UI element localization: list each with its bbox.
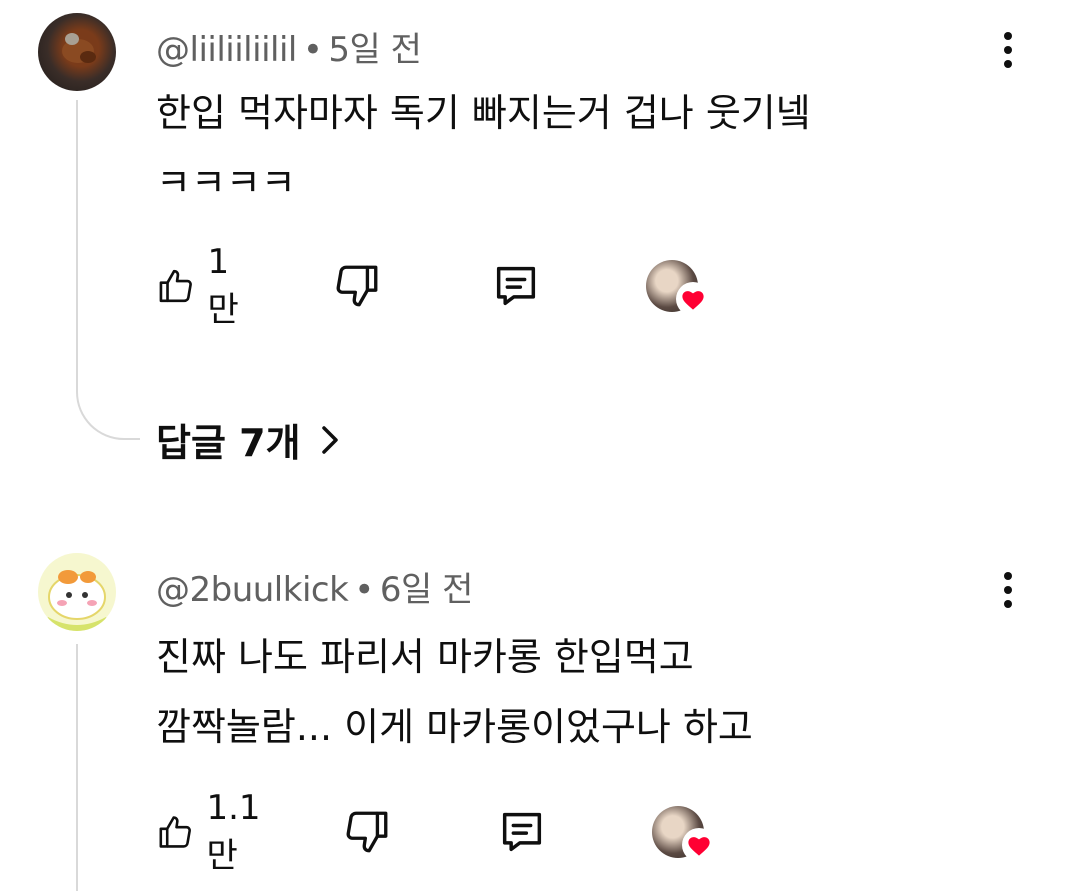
comment-age: 6일 전 — [379, 570, 474, 610]
comment-line: 한입 먹자마자 독기 빠지는거 겁나 웃기넼 — [156, 91, 811, 135]
heart-icon — [682, 828, 716, 862]
dislike-button[interactable] — [332, 256, 382, 316]
separator-dot: • — [302, 30, 323, 70]
thread-curve — [76, 386, 140, 440]
commenter-avatar[interactable] — [38, 13, 116, 91]
comment-icon — [496, 266, 536, 306]
comment-line: ㅋㅋㅋㅋ — [156, 161, 296, 205]
view-replies-button[interactable]: 답글 7개 — [156, 412, 341, 467]
commenter-avatar[interactable] — [38, 553, 116, 631]
more-vert-icon[interactable] — [996, 572, 1020, 614]
separator-dot: • — [354, 570, 374, 610]
comment-meta: @2buulkick • 6일 전 — [156, 562, 473, 611]
comment-line: 깜짝놀람... 이게 마카롱이었구나 하고 — [156, 705, 753, 749]
comment-text: 한입 먹자마자 독기 빠지는거 겁나 웃기넼 ㅋㅋㅋㅋ — [156, 78, 811, 218]
dislike-button[interactable] — [342, 802, 392, 862]
like-count: 1.1만 — [206, 787, 261, 876]
reply-button[interactable] — [496, 802, 548, 862]
creator-heart — [652, 802, 716, 862]
comment-text: 진짜 나도 파리서 마카롱 한입먹고 깜짝놀람... 이게 마카롱이었구나 하고 — [156, 622, 753, 762]
author-handle[interactable]: @liiliiliilil — [156, 30, 297, 70]
comment-icon — [502, 812, 542, 852]
comment-2: @2buulkick • 6일 전 진짜 나도 파리서 마카롱 한입먹고 깜짝놀람.… — [0, 540, 1080, 891]
comment-1: @liiliiliilil • 5일 전 한입 먹자마자 독기 빠지는거 겁나 웃기… — [0, 0, 1080, 520]
chevron-right-icon — [321, 425, 338, 454]
author-handle[interactable]: @2buulkick — [156, 570, 349, 610]
thumbs-up-icon — [159, 816, 191, 848]
thumbs-up-icon — [159, 269, 192, 303]
like-button[interactable]: 1.1만 — [156, 788, 272, 876]
reply-button[interactable] — [490, 256, 542, 316]
more-vert-icon[interactable] — [996, 32, 1020, 74]
comment-meta: @liiliiliilil • 5일 전 — [156, 22, 422, 71]
comment-line: 진짜 나도 파리서 마카롱 한입먹고 — [156, 635, 694, 679]
thumbs-down-icon — [336, 265, 378, 307]
comment-age: 5일 전 — [328, 30, 422, 70]
like-button[interactable]: 1만 — [156, 242, 249, 330]
thread-line — [76, 100, 78, 390]
heart-icon — [676, 282, 710, 316]
thumbs-down-icon — [346, 811, 388, 853]
replies-label: 답글 7개 — [156, 421, 301, 465]
thread-line — [76, 644, 78, 891]
like-count: 1만 — [207, 241, 239, 330]
creator-heart — [646, 256, 710, 316]
